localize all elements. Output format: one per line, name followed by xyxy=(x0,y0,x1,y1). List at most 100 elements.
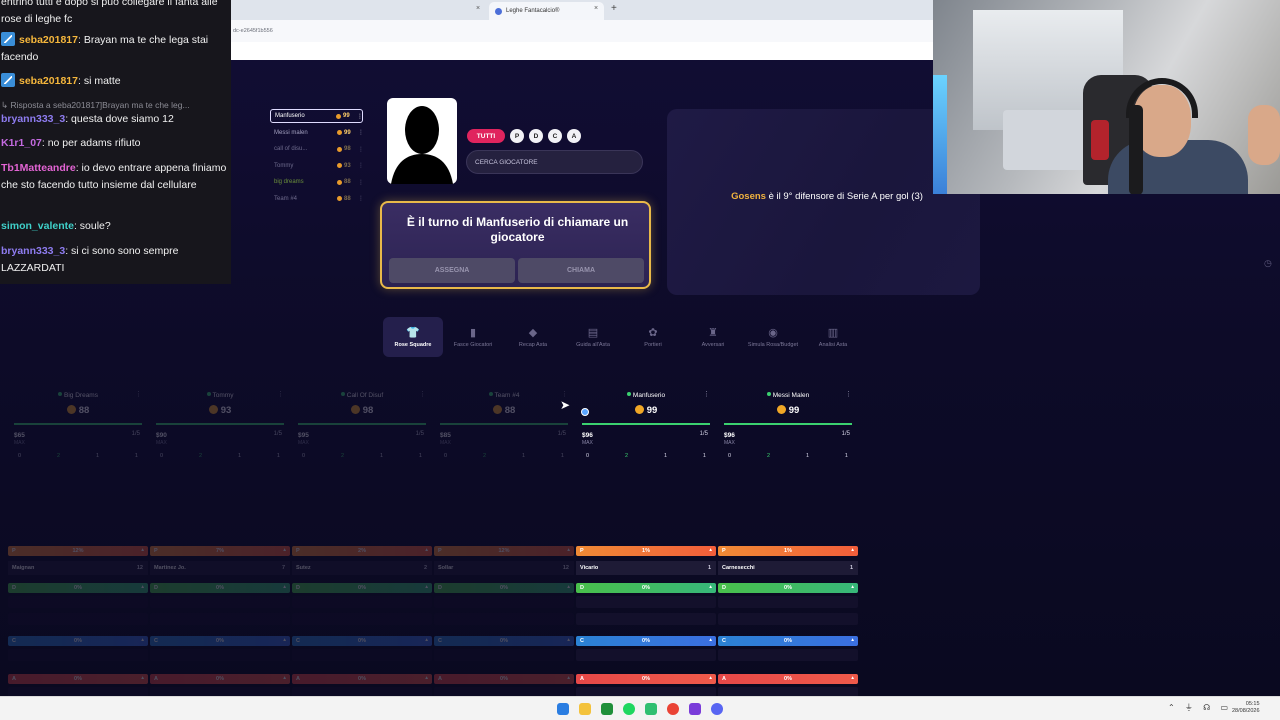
expand-icon[interactable]: ▴ xyxy=(141,584,144,590)
role-bar-p[interactable]: P 1% ▴ xyxy=(718,546,858,556)
filter-a-button[interactable]: A xyxy=(567,129,581,143)
role-bar-c[interactable]: C 0% ▴ xyxy=(292,636,432,646)
participant-menu-icon[interactable]: ⋮ xyxy=(358,195,364,202)
participant-row[interactable]: Manfuserio 99 ⋮ xyxy=(270,109,363,123)
tab-close-icon[interactable]: × xyxy=(476,5,480,12)
assign-button[interactable]: ASSEGNA xyxy=(389,258,515,283)
role-bar-a[interactable]: A 0% ▴ xyxy=(718,674,858,684)
participant-row[interactable]: Team #4 88 ⋮ xyxy=(270,192,364,206)
participant-menu-icon[interactable]: ⋮ xyxy=(358,129,364,136)
role-bar-a[interactable]: A 0% ▴ xyxy=(576,674,716,684)
roster-player-row[interactable]: Sutez 2 xyxy=(292,561,432,575)
expand-icon[interactable]: ▴ xyxy=(283,675,286,681)
role-bar-d[interactable]: D 0% ▴ xyxy=(292,583,432,593)
role-bar-c[interactable]: C 0% ▴ xyxy=(718,636,858,646)
team-menu-icon[interactable]: ⋮ xyxy=(135,390,142,398)
team-menu-icon[interactable]: ⋮ xyxy=(561,390,568,398)
expand-icon[interactable]: ▴ xyxy=(141,637,144,643)
team-menu-icon[interactable]: ⋮ xyxy=(277,390,284,398)
tab-goalkeeper[interactable]: ✿ Portieri xyxy=(623,317,683,357)
expand-icon[interactable]: ▴ xyxy=(567,675,570,681)
role-bar-a[interactable]: A 0% ▴ xyxy=(292,674,432,684)
expand-icon[interactable]: ▴ xyxy=(425,675,428,681)
role-bar-p[interactable]: P 12% ▴ xyxy=(434,546,574,556)
tab-box[interactable]: ◆ Recap Asta xyxy=(503,317,563,357)
tab-close-icon[interactable]: × xyxy=(594,5,598,12)
discord-icon[interactable] xyxy=(711,703,723,715)
start-icon[interactable] xyxy=(557,703,569,715)
expand-icon[interactable]: ▴ xyxy=(851,584,854,590)
roster-player-row[interactable]: Carnesecchi 1 xyxy=(718,561,858,575)
role-bar-d[interactable]: D 0% ▴ xyxy=(576,583,716,593)
search-player-input[interactable]: CERCA GIOCATORE xyxy=(466,150,643,174)
filter-p-button[interactable]: P xyxy=(510,129,524,143)
participant-row[interactable]: Messi malen 99 ⋮ xyxy=(270,126,364,140)
participant-menu-icon[interactable]: ⋮ xyxy=(357,113,363,120)
system-tray[interactable]: ⌃ ⏚ ☊ ▭ xyxy=(1168,702,1232,713)
expand-icon[interactable]: ▴ xyxy=(141,675,144,681)
team-menu-icon[interactable]: ⋮ xyxy=(703,390,710,398)
expand-icon[interactable]: ▴ xyxy=(283,584,286,590)
expand-icon[interactable]: ▴ xyxy=(425,637,428,643)
role-bar-c[interactable]: C 0% ▴ xyxy=(576,636,716,646)
roster-player-row[interactable]: Martinez Jo. 7 xyxy=(150,561,290,575)
expand-icon[interactable]: ▴ xyxy=(283,637,286,643)
role-bar-a[interactable]: A 0% ▴ xyxy=(150,674,290,684)
chrome-icon[interactable] xyxy=(667,703,679,715)
expand-icon[interactable]: ▴ xyxy=(709,675,712,681)
taskbar-clock[interactable]: 05:15 28/08/2026 xyxy=(1232,701,1260,715)
role-bar-p[interactable]: P 1% ▴ xyxy=(576,546,716,556)
app-icon[interactable] xyxy=(645,703,657,715)
call-button[interactable]: CHIAMA xyxy=(518,258,644,283)
new-tab-button[interactable]: + xyxy=(611,3,617,14)
participant-row[interactable]: big dreams 88 ⋮ xyxy=(270,175,364,189)
filter-c-button[interactable]: C xyxy=(548,129,562,143)
expand-icon[interactable]: ▴ xyxy=(283,547,286,553)
expand-icon[interactable]: ▴ xyxy=(709,547,712,553)
xbox-icon[interactable] xyxy=(601,703,613,715)
team-menu-icon[interactable]: ⋮ xyxy=(419,390,426,398)
file-explorer-icon[interactable] xyxy=(579,703,591,715)
role-bar-d[interactable]: D 0% ▴ xyxy=(8,583,148,593)
filter-d-button[interactable]: D xyxy=(529,129,543,143)
tiktok-icon[interactable] xyxy=(689,703,701,715)
roster-player-row[interactable]: Maignan 12 xyxy=(8,561,148,575)
participant-row[interactable]: call of disu... 98 ⋮ xyxy=(270,142,364,156)
roster-player-row[interactable]: Sollar 12 xyxy=(434,561,574,575)
role-bar-p[interactable]: P 12% ▴ xyxy=(8,546,148,556)
participant-menu-icon[interactable]: ⋮ xyxy=(358,162,364,169)
history-icon[interactable]: ◷ xyxy=(1264,258,1272,269)
role-bar-p[interactable]: P 2% ▴ xyxy=(292,546,432,556)
expand-icon[interactable]: ▴ xyxy=(567,637,570,643)
role-bar-d[interactable]: D 0% ▴ xyxy=(434,583,574,593)
role-bar-c[interactable]: C 0% ▴ xyxy=(150,636,290,646)
tab-shirt[interactable]: 👕 Rose Squadre xyxy=(383,317,443,357)
expand-icon[interactable]: ▴ xyxy=(709,637,712,643)
role-bar-p[interactable]: P 7% ▴ xyxy=(150,546,290,556)
tab-book[interactable]: ▤ Guida all'Asta xyxy=(563,317,623,357)
tab-chart[interactable]: ▥ Analisi Asta xyxy=(803,317,863,357)
participant-menu-icon[interactable]: ⋮ xyxy=(358,179,364,186)
tab-globe[interactable]: ◉ Simula Rosa/Budget xyxy=(743,317,803,357)
expand-icon[interactable]: ▴ xyxy=(851,637,854,643)
browser-tab-leghe[interactable]: Leghe Fantacalcio® xyxy=(489,2,604,20)
expand-icon[interactable]: ▴ xyxy=(425,584,428,590)
tab-bottle[interactable]: ▮ Fasce Giocatori xyxy=(443,317,503,357)
expand-icon[interactable]: ▴ xyxy=(851,675,854,681)
participant-menu-icon[interactable]: ⋮ xyxy=(358,146,364,153)
role-bar-c[interactable]: C 0% ▴ xyxy=(8,636,148,646)
expand-icon[interactable]: ▴ xyxy=(851,547,854,553)
expand-icon[interactable]: ▴ xyxy=(709,584,712,590)
role-bar-c[interactable]: C 0% ▴ xyxy=(434,636,574,646)
expand-icon[interactable]: ▴ xyxy=(567,584,570,590)
expand-icon[interactable]: ▴ xyxy=(141,547,144,553)
roster-player-row[interactable]: Vicario 1 xyxy=(576,561,716,575)
participant-row[interactable]: Tommy 93 ⋮ xyxy=(270,159,364,173)
role-bar-a[interactable]: A 0% ▴ xyxy=(8,674,148,684)
expand-icon[interactable]: ▴ xyxy=(567,547,570,553)
expand-icon[interactable]: ▴ xyxy=(425,547,428,553)
role-bar-d[interactable]: D 0% ▴ xyxy=(150,583,290,593)
spotify-icon[interactable] xyxy=(623,703,635,715)
team-menu-icon[interactable]: ⋮ xyxy=(845,390,852,398)
address-bar[interactable]: dc-e2645f1b556 xyxy=(231,20,933,42)
